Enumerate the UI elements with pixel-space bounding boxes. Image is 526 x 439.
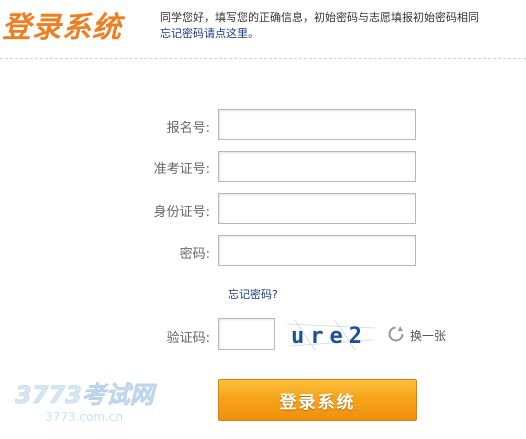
- captcha-label: 验证码:: [166, 331, 210, 346]
- captcha-image[interactable]: ure2: [285, 320, 377, 350]
- refresh-captcha-link[interactable]: 换一张: [410, 327, 446, 344]
- watermark-logo: 3773考试网 3773.com.cn: [15, 381, 158, 424]
- refresh-icon[interactable]: [387, 325, 405, 343]
- header-title: 登录系统: [2, 10, 123, 44]
- watermark-brand: 3773考试网: [15, 381, 158, 409]
- registration-number-label: 报名号:: [166, 121, 210, 136]
- header-divider: [0, 58, 526, 59]
- admission-ticket-input[interactable]: [218, 151, 416, 182]
- header-description: 同学您好，填写您的正确信息，初始密码与志愿填报初始密码相同 忘记密码请点这里。: [160, 10, 520, 42]
- registration-number-input[interactable]: [218, 109, 416, 140]
- login-submit-button[interactable]: 登录系统: [218, 379, 417, 421]
- forgot-password-help-link[interactable]: 忘记密码请点这里。: [160, 27, 259, 40]
- header-description-text: 同学您好，填写您的正确信息，初始密码与志愿填报初始密码相同: [160, 11, 479, 24]
- captcha-image-text: ure2: [291, 324, 368, 349]
- captcha-input[interactable]: [218, 318, 275, 350]
- password-label: 密码:: [179, 247, 210, 262]
- id-number-input[interactable]: [218, 193, 416, 224]
- password-input[interactable]: [218, 235, 416, 266]
- watermark-url: 3773.com.cn: [45, 410, 123, 424]
- id-number-label: 身份证号:: [153, 205, 210, 220]
- forgot-password-link[interactable]: 忘记密码?: [228, 286, 278, 302]
- admission-ticket-label: 准考证号:: [153, 162, 210, 177]
